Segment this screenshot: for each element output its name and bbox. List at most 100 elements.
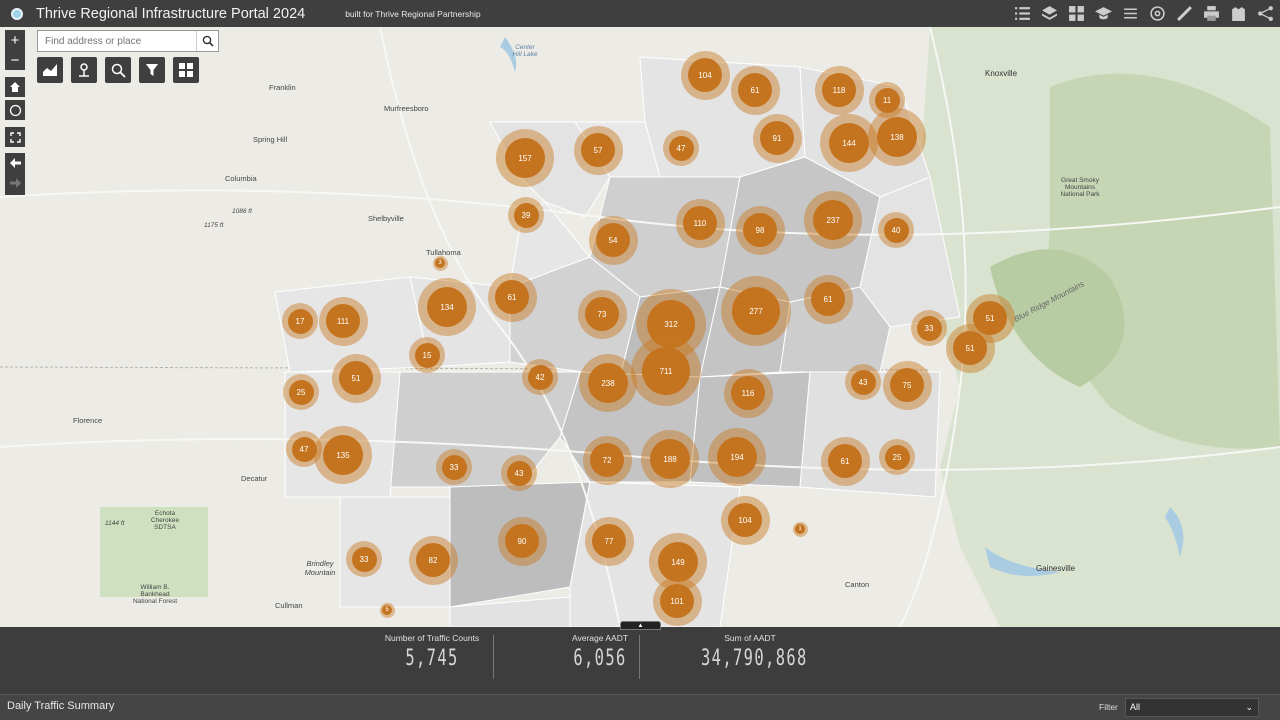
traffic-cluster[interactable]: 3 [432,255,448,271]
bookmark-icon[interactable] [1228,3,1249,24]
next-extent-icon[interactable] [5,173,25,193]
traffic-cluster[interactable]: 194 [708,428,766,486]
share-icon[interactable] [1255,3,1276,24]
cluster-count: 194 [717,437,757,477]
traffic-cluster[interactable]: 51 [945,323,995,373]
cluster-count: 82 [416,543,450,577]
traffic-cluster[interactable]: 91 [752,113,802,163]
traffic-cluster[interactable]: 134 [418,278,476,336]
print-icon[interactable] [1201,3,1222,24]
traffic-cluster[interactable]: 135 [314,426,372,484]
basemap-gallery-icon[interactable] [1066,3,1087,24]
cluster-count: 77 [592,524,626,558]
traffic-cluster[interactable]: 43 [501,455,537,491]
traffic-cluster[interactable]: 15 [409,337,445,373]
traffic-cluster[interactable]: 33 [911,310,947,346]
place-label: Decatur [241,474,268,483]
search-button[interactable] [196,31,218,51]
analysis-icon[interactable] [1147,3,1168,24]
layers-icon[interactable] [1039,3,1060,24]
traffic-cluster[interactable]: 61 [820,436,870,486]
traffic-cluster[interactable]: 711 [631,336,701,406]
filter-icon[interactable] [139,57,165,83]
traffic-cluster[interactable]: 61 [730,65,780,115]
swap-icon[interactable] [1120,3,1141,24]
traffic-cluster[interactable]: 33 [436,449,472,485]
traffic-cluster[interactable]: 72 [582,435,632,485]
traffic-cluster[interactable]: 116 [723,368,773,418]
cluster-count: 47 [291,436,317,462]
traffic-cluster[interactable]: 157 [496,129,554,187]
traffic-cluster[interactable]: 104 [720,495,770,545]
traffic-cluster[interactable]: 98 [735,205,785,255]
legend-icon[interactable] [1093,3,1114,24]
traffic-cluster[interactable]: 51 [331,353,381,403]
traffic-cluster[interactable]: 25 [283,374,319,410]
zoom-in-button[interactable]: + [5,30,25,50]
panel-toggle-button[interactable]: ▲ [620,621,661,630]
locate-icon [5,100,25,120]
traffic-cluster[interactable]: 77 [584,516,634,566]
traffic-cluster[interactable]: 277 [721,276,791,346]
location-icon[interactable] [71,57,97,83]
stat-average: Average AADT 6,056 [560,633,640,671]
place-label: Knoxville [985,69,1018,78]
cluster-count: 40 [883,217,909,243]
stat-sum-label: Sum of AADT [724,633,776,643]
search-input[interactable] [38,31,196,51]
map-view[interactable]: Knoxville Franklin Murfreesboro Spring H… [0,27,1280,627]
place-label: Columbia [225,174,257,183]
previous-extent-icon[interactable] [5,153,25,173]
fullscreen-button[interactable] [5,127,25,147]
traffic-cluster[interactable]: 33 [346,541,382,577]
traffic-cluster[interactable]: 188 [641,430,699,488]
traffic-stats-panel: ▲ Number of Traffic Counts 5,745 Average… [0,621,1280,694]
traffic-cluster[interactable]: 82 [408,535,458,585]
traffic-cluster[interactable]: 47 [663,130,699,166]
locate-button[interactable] [5,100,25,120]
list-icon[interactable] [1012,3,1033,24]
measure-icon[interactable] [1174,3,1195,24]
traffic-cluster[interactable]: 238 [579,354,637,412]
traffic-cluster[interactable]: 90 [497,516,547,566]
traffic-cluster[interactable]: 104 [680,50,730,100]
traffic-cluster[interactable]: 61 [803,274,853,324]
traffic-cluster[interactable]: 110 [675,198,725,248]
filter-select[interactable]: All ⌄ [1125,698,1259,717]
cluster-count: 135 [323,435,363,475]
traffic-cluster[interactable]: 1 [792,521,808,537]
home-button[interactable] [5,77,25,97]
cluster-count: 51 [953,331,987,365]
traffic-cluster[interactable]: 40 [878,212,914,248]
traffic-cluster[interactable]: 54 [588,215,638,265]
traffic-cluster[interactable]: 73 [577,289,627,339]
place-label: Echota Cherokee SDTSA [150,510,180,531]
traffic-cluster[interactable]: 118 [814,65,864,115]
traffic-cluster[interactable]: 43 [845,364,881,400]
traffic-cluster[interactable]: 111 [318,296,368,346]
cluster-count: 17 [287,308,313,334]
traffic-cluster[interactable]: 39 [508,197,544,233]
place-label: Gainesville [1036,564,1076,573]
traffic-cluster[interactable]: 101 [652,576,702,626]
traffic-cluster[interactable]: 42 [522,359,558,395]
traffic-cluster[interactable]: 5 [379,602,395,618]
traffic-cluster[interactable]: 75 [882,360,932,410]
traffic-cluster[interactable]: 61 [487,272,537,322]
place-label: Franklin [269,83,296,92]
zoom-out-button[interactable]: − [5,50,25,70]
cluster-count: 61 [811,282,845,316]
cluster-count: 98 [743,213,777,247]
traffic-cluster[interactable]: 57 [573,125,623,175]
traffic-cluster[interactable]: 237 [804,191,862,249]
cluster-count: 104 [688,58,722,92]
place-label: Florence [73,416,103,425]
chart-icon[interactable] [37,57,63,83]
search-icon [202,35,214,47]
traffic-cluster[interactable]: 138 [868,108,926,166]
grid-icon[interactable] [173,57,199,83]
cluster-count: 104 [728,503,762,537]
traffic-cluster[interactable]: 25 [879,439,915,475]
traffic-cluster[interactable]: 17 [282,303,318,339]
query-icon[interactable] [105,57,131,83]
